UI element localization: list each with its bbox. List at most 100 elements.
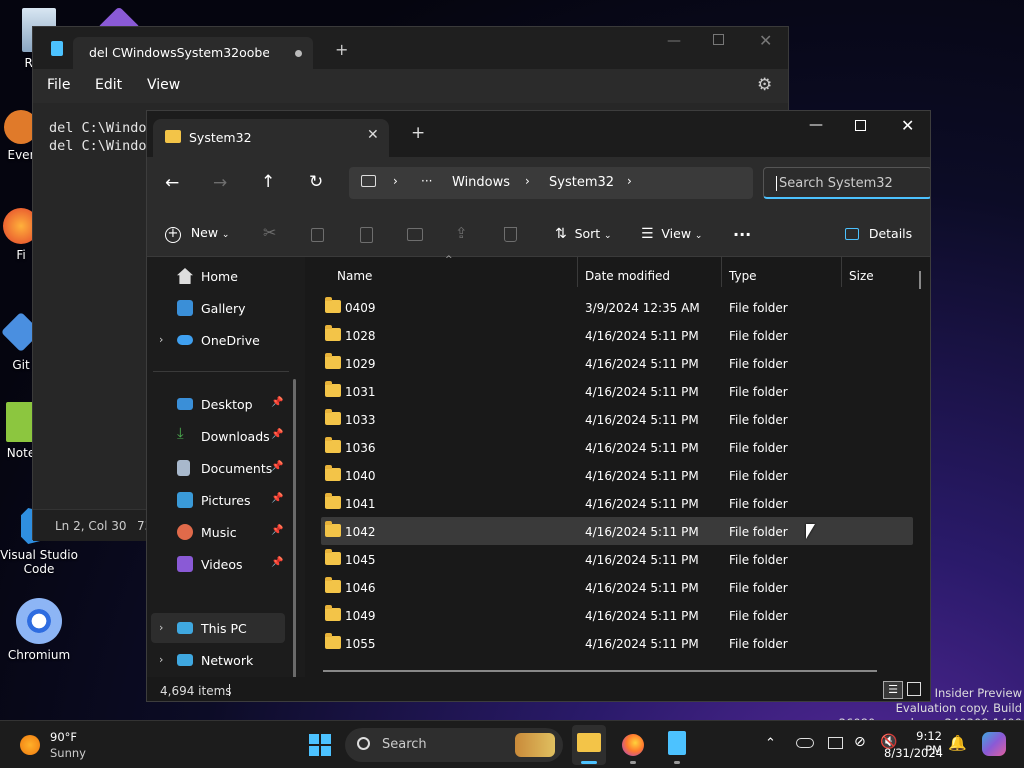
clock-date[interactable]: 8/31/2024 <box>884 746 943 760</box>
nav-pictures[interactable]: Pictures 📌 <box>147 485 287 515</box>
notification-bell-icon[interactable]: 🔔 <box>948 734 967 752</box>
table-row[interactable]: 1045 4/16/2024 5:11 PM File folder <box>321 545 913 573</box>
vertical-scrollbar[interactable] <box>919 271 921 289</box>
table-row[interactable]: 0409 3/9/2024 12:35 AM File folder <box>321 293 913 321</box>
nav-videos[interactable]: Videos 📌 <box>147 549 287 579</box>
nav-gallery[interactable]: Gallery <box>147 293 287 323</box>
new-tab-icon[interactable]: + <box>335 40 348 59</box>
cloud-offline-icon[interactable] <box>796 738 814 748</box>
table-row[interactable]: 1041 4/16/2024 5:11 PM File folder <box>321 489 913 517</box>
address-bar[interactable]: › ··· Windows › System32 › <box>349 167 753 199</box>
pin-icon[interactable]: 📌 <box>271 493 283 504</box>
desktop-icon-chromium[interactable]: Chromium <box>0 598 78 662</box>
tiles-view-icon[interactable] <box>907 682 921 696</box>
minimize-icon[interactable]: — <box>667 33 681 49</box>
taskbar-firefox[interactable] <box>616 725 650 765</box>
forward-arrow-icon[interactable]: → <box>213 173 227 193</box>
menu-view[interactable]: View <box>147 77 180 93</box>
chevron-right-icon[interactable]: › <box>159 621 163 634</box>
maximize-icon[interactable] <box>713 34 724 45</box>
explorer-tab[interactable]: System32 ✕ <box>153 119 389 157</box>
nav-downloads[interactable]: ⤓ Downloads 📌 <box>147 421 287 451</box>
search-box[interactable]: Search System32 <box>763 167 930 199</box>
nav-documents[interactable]: Documents 📌 <box>147 453 287 483</box>
pin-icon[interactable]: 📌 <box>271 557 283 568</box>
chevron-right-icon[interactable]: › <box>627 174 632 188</box>
more-options-icon[interactable]: ··· <box>733 225 751 244</box>
table-row[interactable]: 1042 4/16/2024 5:11 PM File folder <box>321 517 913 545</box>
horizontal-scrollbar[interactable] <box>323 670 877 672</box>
table-row[interactable]: 20524/16/2024 5:11 PMFile folder <box>321 657 913 661</box>
nav-onedrive[interactable]: › OneDrive <box>147 325 287 355</box>
rename-icon[interactable] <box>407 228 423 241</box>
sort-button[interactable]: ⇅ Sort ⌄ <box>555 226 612 242</box>
weather-widget[interactable]: 90°F Sunny <box>18 729 108 761</box>
breadcrumb-system32[interactable]: System32 <box>549 175 614 190</box>
table-row[interactable]: 1055 4/16/2024 5:11 PM File folder <box>321 629 913 657</box>
notepad-tab[interactable]: del CWindowsSystem32oobewinde <box>73 37 313 69</box>
table-row[interactable]: 1040 4/16/2024 5:11 PM File folder <box>321 461 913 489</box>
taskbar-notepad[interactable] <box>660 725 694 765</box>
chevron-right-icon[interactable]: › <box>525 174 530 188</box>
column-type[interactable]: Type <box>729 269 757 283</box>
nav-scrollbar[interactable] <box>293 379 296 701</box>
copy-icon[interactable] <box>311 228 324 242</box>
pin-icon[interactable]: 📌 <box>271 525 283 536</box>
copilot-icon[interactable] <box>982 732 1006 756</box>
menu-file[interactable]: File <box>47 77 70 93</box>
pin-icon[interactable]: 📌 <box>271 429 283 440</box>
maximize-icon[interactable] <box>855 120 866 131</box>
table-row[interactable]: 1033 4/16/2024 5:11 PM File folder <box>321 405 913 433</box>
breadcrumb-more[interactable]: ··· <box>421 174 432 188</box>
back-arrow-icon[interactable]: ← <box>165 173 179 193</box>
menu-edit[interactable]: Edit <box>95 77 122 93</box>
refresh-icon[interactable]: ↻ <box>309 172 323 192</box>
table-row[interactable]: 1046 4/16/2024 5:11 PM File folder <box>321 573 913 601</box>
new-tab-icon[interactable]: + <box>411 123 425 143</box>
column-size[interactable]: Size <box>849 269 874 283</box>
view-button[interactable]: ☰ View ⌄ <box>641 226 702 242</box>
taskbar-explorer[interactable] <box>572 725 606 765</box>
chevron-right-icon[interactable]: › <box>393 174 398 188</box>
table-row[interactable]: 1028 4/16/2024 5:11 PM File folder <box>321 321 913 349</box>
column-name[interactable]: Name <box>337 269 372 283</box>
cut-icon[interactable]: ✂ <box>263 223 276 242</box>
notepad-text-area[interactable]: del C:\Windo del C:\Windo <box>49 119 147 155</box>
taskbar-search[interactable]: Search <box>345 728 563 762</box>
details-button[interactable]: Details <box>845 226 912 241</box>
paste-icon[interactable] <box>360 227 373 243</box>
table-row[interactable]: 1036 4/16/2024 5:11 PM File folder <box>321 433 913 461</box>
chevron-right-icon[interactable]: › <box>159 333 163 346</box>
breadcrumb-windows[interactable]: Windows <box>452 175 510 190</box>
chevron-up-icon[interactable]: ⌃ <box>765 736 776 751</box>
explorer-command-bar: + New ⌄ ✂ ⇪ ⇅ Sort ⌄ ☰ View ⌄ ··· Detail… <box>147 213 930 257</box>
column-date[interactable]: Date modified <box>585 269 670 283</box>
pin-icon[interactable]: 📌 <box>271 397 283 408</box>
close-icon[interactable]: ✕ <box>759 31 772 50</box>
close-icon[interactable]: ✕ <box>901 116 914 135</box>
start-button[interactable] <box>309 734 331 756</box>
windows-logo-icon <box>321 746 331 756</box>
nav-this-pc[interactable]: › This PC <box>151 613 285 643</box>
share-icon[interactable]: ⇪ <box>455 224 468 242</box>
display-icon[interactable] <box>828 737 843 749</box>
tab-close-icon[interactable]: ✕ <box>367 127 379 143</box>
table-row[interactable]: 1029 4/16/2024 5:11 PM File folder <box>321 349 913 377</box>
unsaved-dot-icon[interactable] <box>295 50 302 57</box>
nav-network[interactable]: › Network <box>147 645 287 675</box>
table-row[interactable]: 1049 4/16/2024 5:11 PM File folder <box>321 601 913 629</box>
up-arrow-icon[interactable]: ↑ <box>261 172 275 192</box>
new-button[interactable]: + New ⌄ <box>165 225 229 243</box>
table-row[interactable]: 1031 4/16/2024 5:11 PM File folder <box>321 377 913 405</box>
settings-gear-icon[interactable]: ⚙ <box>757 75 772 95</box>
nav-desktop[interactable]: Desktop 📌 <box>147 389 287 419</box>
network-offline-icon[interactable]: ⊘ <box>854 734 866 750</box>
search-input[interactable]: Search System32 <box>776 176 893 191</box>
details-view-icon[interactable]: ☰ <box>883 681 903 699</box>
nav-music[interactable]: Music 📌 <box>147 517 287 547</box>
minimize-icon[interactable]: — <box>809 117 823 133</box>
chevron-right-icon[interactable]: › <box>159 653 163 666</box>
pin-icon[interactable]: 📌 <box>271 461 283 472</box>
nav-home[interactable]: Home <box>147 261 287 291</box>
delete-icon[interactable] <box>504 227 517 242</box>
